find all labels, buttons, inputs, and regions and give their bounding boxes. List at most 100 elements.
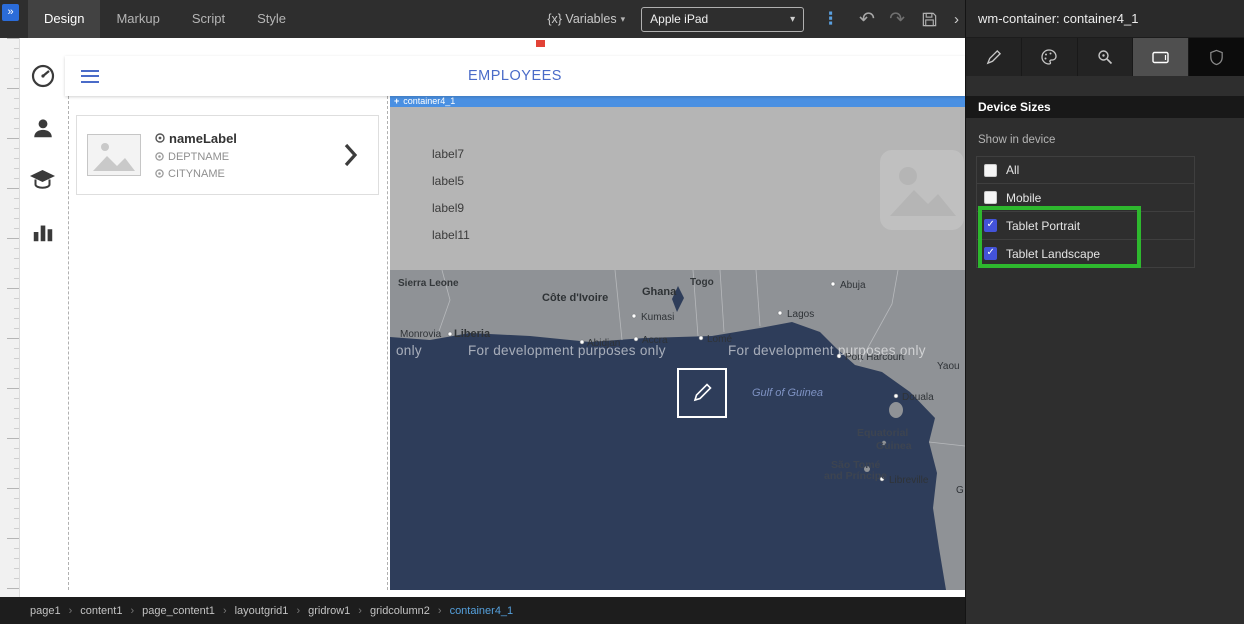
map-label-togo: Togo <box>690 277 714 288</box>
breadcrumb-content1[interactable]: content1 <box>80 605 122 617</box>
map-label-cote-divoire: Côte d'Ivoire <box>542 292 608 304</box>
panel-collapse-icon[interactable]: › <box>954 11 959 28</box>
binding-icon <box>155 169 164 178</box>
breadcrumb-gridrow1[interactable]: gridrow1 <box>308 605 350 617</box>
tab-styles[interactable] <box>1022 38 1078 76</box>
select-arrow-icon: ▾ <box>790 14 795 25</box>
image-placeholder <box>87 134 141 176</box>
device-select-value: Apple iPad <box>650 12 708 26</box>
device-row-all[interactable]: All <box>976 156 1195 184</box>
device-size-list: All Mobile Tablet Portrait Tablet Landsc… <box>976 156 1195 268</box>
selected-widget-title: wm-container: container4_1 <box>966 0 1244 38</box>
dashboard-gauge-icon <box>30 63 56 89</box>
wavemaker-studio: » Design Markup Script Style {x} Variabl… <box>0 0 1244 624</box>
save-floppy-icon <box>921 11 938 28</box>
properties-panel: wm-container: container4_1 <box>965 0 1244 624</box>
map-label-libreville: Libreville <box>889 475 929 486</box>
tab-style[interactable]: Style <box>241 0 302 38</box>
checkbox-tablet-landscape[interactable] <box>984 247 997 260</box>
breadcrumb-page-content1[interactable]: page_content1 <box>142 605 215 617</box>
page-title: EMPLOYEES <box>65 68 965 84</box>
breadcrumb-separator: › <box>122 605 142 617</box>
map-canvas[interactable]: Sierra Leone Côte d'Ivoire Ghana Togo Ab… <box>390 270 965 590</box>
variables-button[interactable]: {x} Variables ▾ <box>547 12 625 26</box>
name-label-widget[interactable]: nameLabel <box>169 131 237 146</box>
graduation-cap-icon <box>29 167 56 192</box>
map-label-lagos: Lagos <box>787 309 814 320</box>
map-watermark: For development purposes only <box>468 343 666 358</box>
mode-tabs: Design Markup Script Style <box>28 0 302 38</box>
vertical-ruler <box>0 38 20 597</box>
breadcrumb-separator: › <box>61 605 81 617</box>
show-in-device-label: Show in device <box>978 134 1244 146</box>
device-row-label: Tablet Portrait <box>1006 219 1080 233</box>
design-canvas[interactable]: EMPLOYEES <box>65 38 965 597</box>
breadcrumb-gridcolumn2[interactable]: gridcolumn2 <box>370 605 430 617</box>
save-button[interactable] <box>921 11 938 28</box>
map-label-liberia: Liberia <box>454 328 491 340</box>
checkbox-mobile[interactable] <box>984 191 997 204</box>
app-header-widget[interactable]: EMPLOYEES <box>65 56 965 96</box>
list-item-template[interactable]: nameLabel DEPTNAME C <box>76 115 379 195</box>
breadcrumb-page1[interactable]: page1 <box>30 605 61 617</box>
nav-employees[interactable] <box>29 114 56 141</box>
search-gear-icon <box>1096 48 1114 66</box>
map-label-equatorial-guinea-2: Guinea <box>876 440 912 452</box>
device-row-label: All <box>1006 163 1019 177</box>
tab-markup[interactable]: Markup <box>100 0 175 38</box>
more-menu-icon[interactable]: ⋮ <box>822 9 839 29</box>
widget-breadcrumb: page1 › content1 › page_content1 › layou… <box>0 597 965 624</box>
checkbox-all[interactable] <box>984 164 997 177</box>
tab-script[interactable]: Script <box>176 0 241 38</box>
tab-properties[interactable] <box>966 38 1022 76</box>
map-label-monrovia: Monrovia <box>400 329 442 340</box>
map-label-yaounde: Yaou <box>937 361 960 372</box>
dept-label-widget[interactable]: DEPTNAME <box>168 151 229 163</box>
map-watermark-fragment: only <box>396 343 422 358</box>
nav-dashboard[interactable] <box>29 62 56 89</box>
tab-security[interactable] <box>1189 38 1244 76</box>
container4-1-widget[interactable]: + container4_1 label7 label5 label9 labe… <box>390 94 965 270</box>
large-image-placeholder[interactable] <box>878 148 966 232</box>
inspector-tabs <box>966 38 1244 76</box>
photo-placeholder-icon <box>87 134 141 176</box>
sidebar-expand-icon[interactable]: » <box>2 4 19 21</box>
device-row-mobile[interactable]: Mobile <box>976 184 1195 212</box>
tab-design[interactable]: Design <box>28 0 100 38</box>
map-label-abuja: Abuja <box>840 280 866 291</box>
checkbox-tablet-portrait[interactable] <box>984 219 997 232</box>
top-toolbar: » Design Markup Script Style {x} Variabl… <box>0 0 965 38</box>
breadcrumb-container4-1[interactable]: container4_1 <box>450 605 514 617</box>
undo-icon[interactable]: ↶ <box>859 8 875 31</box>
device-preview-select[interactable]: Apple iPad ▾ <box>641 7 804 32</box>
binding-icon <box>155 133 165 143</box>
device-row-tablet-landscape[interactable]: Tablet Landscape <box>976 240 1195 268</box>
city-label-widget[interactable]: CITYNAME <box>168 168 225 180</box>
nav-reports[interactable] <box>29 218 56 245</box>
person-icon <box>31 116 55 140</box>
device-sizes-section-header: Device Sizes <box>966 96 1244 118</box>
map-label-sao-tome-2: and Príncipe <box>824 470 887 482</box>
chevron-right-icon <box>344 142 358 168</box>
breadcrumb-layoutgrid1[interactable]: layoutgrid1 <box>235 605 289 617</box>
tab-device-sizes[interactable] <box>1133 38 1189 76</box>
map-label-gulf-of-guinea: Gulf of Guinea <box>752 387 823 399</box>
tab-search-properties[interactable] <box>1078 38 1134 76</box>
device-row-tablet-portrait[interactable]: Tablet Portrait <box>976 212 1195 240</box>
map-edit-button[interactable] <box>677 368 727 418</box>
nav-education[interactable] <box>29 166 56 193</box>
device-row-label: Tablet Landscape <box>1006 247 1100 261</box>
breadcrumb-separator: › <box>430 605 450 617</box>
canvas-top-marker <box>536 40 545 47</box>
move-icon: + <box>394 96 399 106</box>
google-map-widget[interactable]: Sierra Leone Côte d'Ivoire Ghana Togo Ab… <box>390 270 965 590</box>
menu-hamburger-icon[interactable] <box>81 70 99 83</box>
photo-placeholder-icon <box>878 148 966 232</box>
container-body[interactable]: label7 label5 label9 label11 <box>390 107 965 270</box>
list-widget-column[interactable]: nameLabel DEPTNAME C <box>68 96 388 590</box>
redo-icon[interactable]: ↷ <box>889 8 905 31</box>
device-row-label: Mobile <box>1006 191 1041 205</box>
chevron-down-icon: ▾ <box>621 14 626 25</box>
shield-icon <box>1208 49 1225 66</box>
breadcrumb-separator: › <box>215 605 235 617</box>
